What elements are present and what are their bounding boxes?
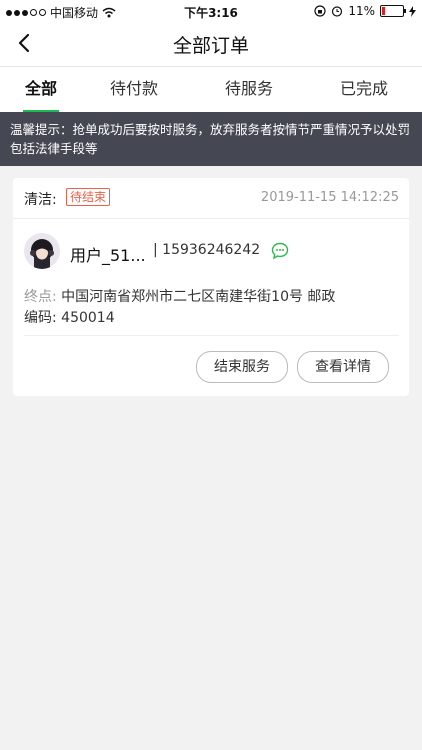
tab-label: 已完成 bbox=[339, 79, 388, 98]
tab-bar: 全部 待付款 待服务 已完成 bbox=[0, 66, 422, 113]
destination: 终点: 中国河南省郑州市二七区南建华街10号 邮政编码: 450014 bbox=[24, 287, 340, 329]
orientation-lock-icon bbox=[314, 5, 326, 17]
tab-all[interactable]: 全部 bbox=[0, 67, 82, 113]
notice-banner: 温馨提示：抢单成功后要按时服务，放弃服务者按情节严重情况予以处罚包括法律手段等 bbox=[0, 112, 422, 166]
battery-percent: 11% bbox=[348, 4, 375, 18]
tab-label: 全部 bbox=[24, 79, 57, 98]
avatar bbox=[24, 233, 60, 269]
tab-completed[interactable]: 已完成 bbox=[318, 67, 410, 113]
end-service-button[interactable]: 结束服务 bbox=[196, 351, 288, 383]
tab-pending-service[interactable]: 待服务 bbox=[203, 67, 295, 113]
status-indicators: 11% bbox=[314, 4, 416, 18]
divider bbox=[24, 335, 399, 336]
order-card-header: 清洁: 待结束 2019-11-15 14:12:25 bbox=[13, 178, 409, 219]
tab-pending-payment[interactable]: 待付款 bbox=[88, 67, 180, 113]
alarm-icon bbox=[332, 6, 343, 17]
order-time: 2019-11-15 14:12:25 bbox=[260, 190, 399, 205]
order-card[interactable]: 清洁: 待结束 2019-11-15 14:12:25 用户_51... | 1… bbox=[13, 178, 409, 396]
nav-bar: 全部订单 bbox=[0, 22, 422, 66]
battery-icon bbox=[380, 5, 406, 17]
view-details-button[interactable]: 查看详情 bbox=[297, 351, 389, 383]
user-phone[interactable]: | 15936246242 bbox=[153, 242, 260, 258]
tab-label: 待服务 bbox=[224, 79, 273, 98]
charging-icon bbox=[409, 5, 416, 17]
destination-label: 终点: bbox=[24, 289, 57, 305]
chat-bubble-icon[interactable] bbox=[271, 242, 289, 260]
tab-label: 待付款 bbox=[109, 79, 158, 98]
destination-address: 中国河南省郑州市二七区南建华街10号 邮政编码: 450014 bbox=[24, 289, 336, 326]
user-name: 用户_51... bbox=[70, 246, 146, 265]
service-type-label: 清洁: bbox=[24, 192, 57, 208]
status-badge: 待结束 bbox=[66, 188, 111, 206]
status-bar: 中国移动 下午3:16 11% bbox=[0, 0, 422, 22]
page-title: 全部订单 bbox=[172, 35, 249, 57]
